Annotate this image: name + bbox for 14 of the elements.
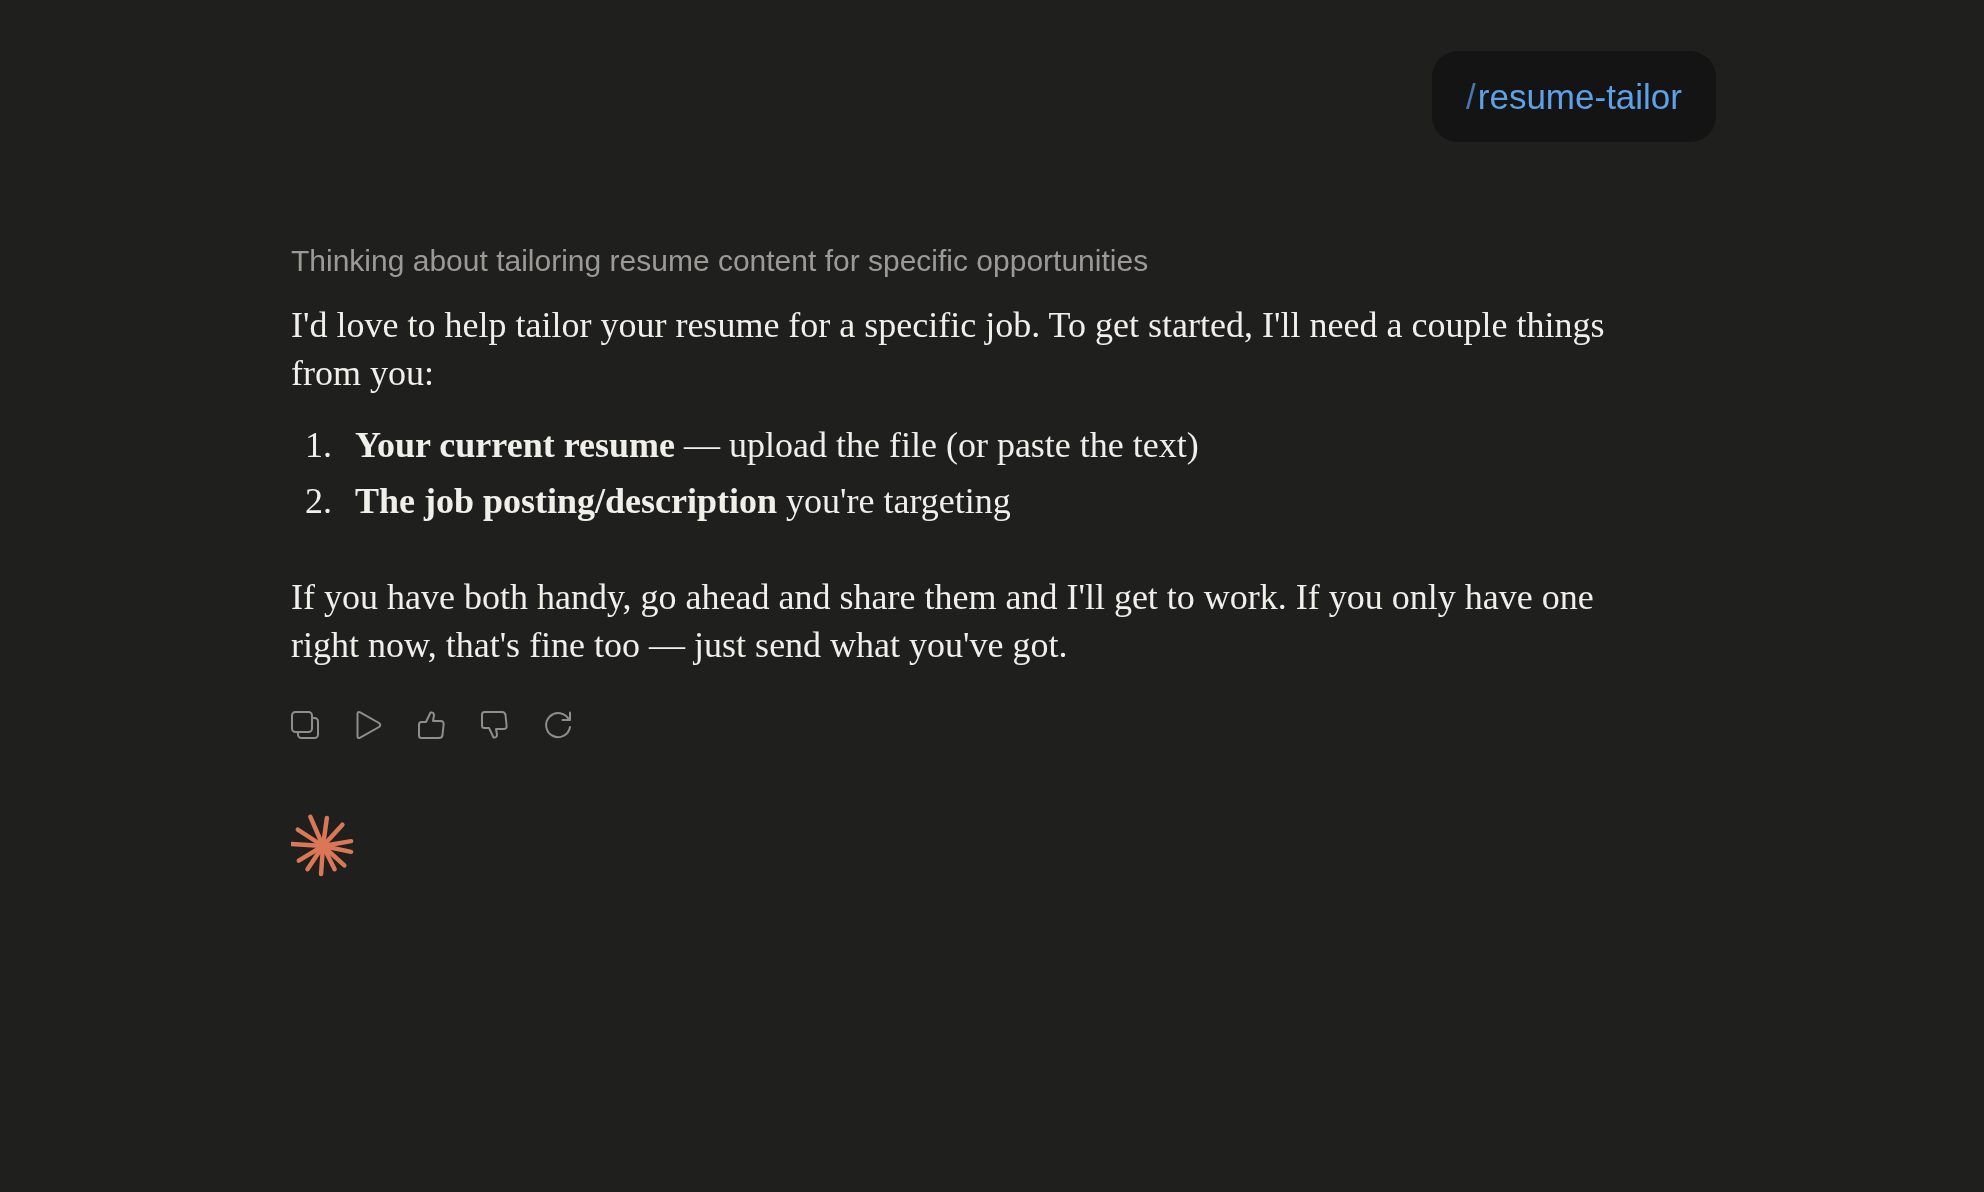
copy-icon[interactable] <box>291 711 319 739</box>
user-message: /resume-tailor <box>1432 51 1716 142</box>
refresh-icon[interactable] <box>543 710 573 740</box>
starburst-icon <box>291 814 355 878</box>
list-number: 2. <box>304 480 332 523</box>
list-item-text: The job posting/description you're targeting <box>355 480 1011 523</box>
message-paragraph: If you have both handy, go ahead and share them and I'll get to work. If you only have one right now, that's fine too — just send what you've got. <box>291 576 1595 667</box>
list-number: 1. <box>304 424 332 467</box>
thumbs-down-icon[interactable] <box>480 710 508 740</box>
thumbs-up-icon[interactable] <box>417 710 445 740</box>
thinking-summary[interactable]: Thinking about tailoring resume content for specific opportunities <box>291 242 1149 280</box>
message-paragraph: I'd love to help tailor your resume for a specific job. To get started, I'll need a couple things from you: <box>291 304 1606 395</box>
list-item-text: Your current resume — upload the file (or paste the text) <box>355 424 1199 467</box>
play-icon[interactable] <box>354 710 382 740</box>
